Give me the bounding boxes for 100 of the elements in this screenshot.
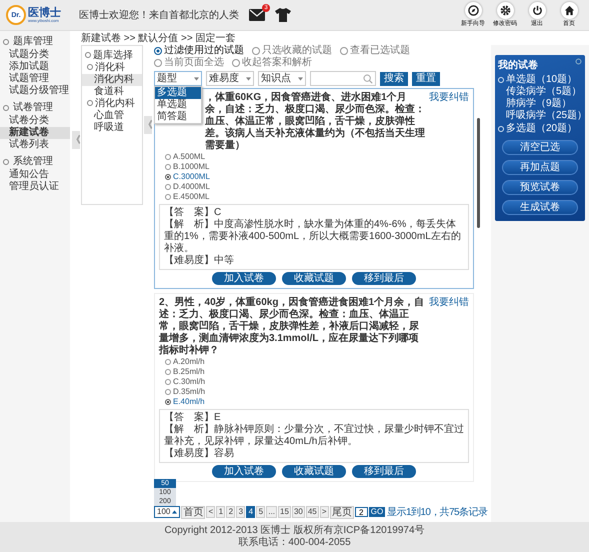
caret-icon — [298, 76, 303, 80]
subject-item: 肺病学（9题） — [505, 98, 573, 110]
answer-line: 【难易度】容易 — [164, 448, 235, 460]
record-summary: 显示1到10，共75条记录 — [387, 506, 488, 519]
go-button[interactable]: GO — [368, 507, 386, 517]
sidebar-item[interactable]: 试题分级管理 — [0, 85, 70, 97]
filter-radio[interactable]: 查看已选试题 — [340, 45, 410, 57]
tree-root[interactable]: 题库选择 — [82, 49, 142, 62]
question-action-button[interactable]: 移到最后 — [352, 272, 416, 285]
page-button[interactable]: 1 — [216, 506, 226, 518]
answer-option[interactable]: D.35ml/h — [159, 387, 469, 397]
answer-option[interactable]: B.25ml/h — [159, 367, 469, 377]
answer-option[interactable]: C.3000ML — [159, 172, 469, 182]
page-button[interactable]: 30 — [292, 506, 305, 518]
breadcrumb: 新建试卷 >> 默认分值 >> 固定一套 — [81, 33, 236, 44]
scrollbar[interactable] — [477, 118, 480, 228]
sidebar-item[interactable]: 试题管理 — [0, 73, 70, 85]
question-type-item[interactable]: 单选题（10题） — [498, 73, 582, 86]
answer-line: 【解 析】静脉补钾原则：少量分次，不宜过快，尿量少时钾不宜过量补充，见尿补钾，尿量达40mL/h后补钾。 — [164, 424, 464, 448]
panel-title: 我的试卷 — [498, 59, 538, 73]
tree-node[interactable]: 食道科 — [82, 86, 142, 98]
report-error-link[interactable]: 我要纠错 — [429, 297, 469, 357]
caret-icon — [194, 76, 199, 80]
reset-button[interactable]: 重置 — [412, 72, 440, 86]
sidebar-item[interactable]: 试题分类 — [0, 49, 70, 61]
logo-name: 医博士 — [28, 8, 61, 18]
question-action-button[interactable]: 加入试卷 — [212, 465, 276, 478]
page-input[interactable]: 2 — [354, 507, 368, 517]
report-error-link[interactable]: 我要纠错 — [429, 92, 469, 152]
compass-icon — [468, 5, 478, 16]
dropdown-select[interactable]: 知识点 — [258, 71, 306, 86]
page-button[interactable]: ... — [266, 506, 278, 518]
filter-radio[interactable]: 只选收藏的试题 — [252, 45, 332, 57]
question-action-button[interactable]: 收藏试题 — [282, 272, 346, 285]
prev-page-button[interactable]: < — [206, 506, 216, 518]
search-button[interactable]: 搜索 — [380, 72, 408, 86]
paper-action-button[interactable]: 再加点题 — [502, 160, 578, 175]
question-action-button[interactable]: 移到最后 — [352, 465, 416, 478]
answer-option[interactable]: A.20ml/h — [159, 357, 469, 367]
page-button[interactable]: 3 — [236, 506, 246, 518]
sidebar-section[interactable]: 题库管理 — [0, 35, 70, 49]
page-button[interactable]: 5 — [256, 506, 266, 518]
last-page-button[interactable]: 尾页 — [330, 506, 354, 518]
answer-option[interactable]: E.40ml/h — [159, 397, 469, 407]
tree-node[interactable]: 消化内科 — [82, 98, 142, 110]
sidebar-item[interactable]: 试卷列表 — [0, 139, 70, 151]
envelope-icon[interactable] — [249, 9, 265, 21]
page-button[interactable]: 45 — [306, 506, 319, 518]
question-type-item[interactable]: 多选题（20题） — [498, 122, 582, 135]
answer-line: 【难易度】中等 — [164, 255, 235, 267]
page-size-select[interactable]: 100 — [154, 506, 180, 518]
sidebar-item[interactable]: 通知公告 — [0, 169, 70, 181]
paper-action-button[interactable]: 生成试卷 — [502, 200, 578, 215]
question-action-button[interactable]: 收藏试题 — [282, 465, 346, 478]
caret-icon — [246, 76, 251, 80]
caret-icon — [172, 510, 178, 514]
filter-radio[interactable]: 当前页面全选 — [154, 57, 224, 69]
question-text: ，体重60KG，因食管癌进食、进水困难1个月余，自述：乏力、极度口渴、尿少而色深。检查：血压、体温正常，眼窝凹陷，舌干燥，皮肤弹性差。该病人当天补充液体量约为（不包括当天生理需要量） — [205, 92, 426, 152]
contact-phone: 联系电话：400-004-2055 — [237, 537, 352, 549]
question-text: 2、男性，40岁，体重60kg，因食管癌进食困难1个月余，自述：乏力、极度口渴、尿少而色深。检查：血压、体温正常，眼窝凹陷，舌干燥，皮肤弹性差，补液后口渴减轻，尿量增多，测血清钾浓度为3.1mmol/L，应在尿量达下列哪项指标时补钾？ — [159, 297, 426, 357]
dropdown-option[interactable]: 单选题 — [155, 99, 201, 111]
first-page-button[interactable]: 首页 — [181, 506, 206, 518]
search-field[interactable] — [310, 71, 376, 86]
search-icon — [363, 74, 373, 84]
answer-line: 【解 析】中度高渗性脱水时，缺水量为体重的4%-6%，每丢失体重的1%，需要补液400-500mL，所以大概需要1600-3000mL左右的补液。 — [164, 219, 462, 254]
page-button[interactable]: 2 — [226, 506, 236, 518]
sidebar-item[interactable]: 新建试卷 — [0, 127, 70, 139]
sidebar-item[interactable]: 试卷分类 — [0, 115, 70, 127]
page-button[interactable]: 4 — [246, 506, 256, 518]
answer-line: 【答 案】E — [164, 412, 222, 424]
dropdown-option[interactable]: 简答题 — [155, 111, 201, 123]
t-shirt-icon[interactable] — [275, 8, 291, 22]
paper-action-button[interactable]: 清空已选 — [502, 140, 578, 155]
welcome-text: 医博士欢迎您！来自首都北京的人类 — [79, 8, 239, 22]
page-button[interactable]: 15 — [278, 506, 291, 518]
dropdown-select[interactable]: 难易度 — [206, 71, 254, 86]
filter-radio[interactable]: 过滤使用过的试题 — [154, 45, 244, 57]
next-page-button[interactable]: > — [320, 506, 329, 518]
answer-option[interactable]: B.1000ML — [159, 162, 469, 172]
question-action-button[interactable]: 加入试卷 — [212, 272, 276, 285]
tree-node[interactable]: 呼吸道 — [82, 122, 142, 134]
filter-radio[interactable]: 收起答案和解析 — [232, 57, 312, 69]
answer-option[interactable]: D.4000ML — [159, 182, 469, 192]
tree-node[interactable]: 消化科 — [82, 62, 142, 74]
home-icon — [564, 5, 574, 16]
answer-line: 【答 案】C — [164, 207, 222, 218]
answer-option[interactable]: C.30ml/h — [159, 377, 469, 387]
answer-option[interactable]: A.500ML — [159, 152, 469, 162]
sidebar-item[interactable]: 管理员认证 — [0, 181, 70, 193]
tree-node[interactable]: 心血管 — [82, 110, 142, 122]
paper-action-button[interactable]: 预览试卷 — [502, 180, 578, 195]
answer-option[interactable]: E.4500ML — [159, 192, 469, 202]
sidebar-section[interactable]: 试卷管理 — [0, 101, 70, 115]
tree-node[interactable]: 消化内科 — [82, 74, 142, 86]
dropdown-select[interactable]: 题型 — [154, 71, 202, 86]
power-icon — [532, 5, 542, 16]
sidebar-section[interactable]: 系统管理 — [0, 155, 70, 169]
dropdown-option[interactable]: 多选题 — [155, 87, 201, 99]
sidebar-item[interactable]: 添加试题 — [0, 61, 70, 73]
copyright-text: Copyright 2012-2013 医博士 版权所有京ICP备12019974号 — [163, 525, 426, 536]
